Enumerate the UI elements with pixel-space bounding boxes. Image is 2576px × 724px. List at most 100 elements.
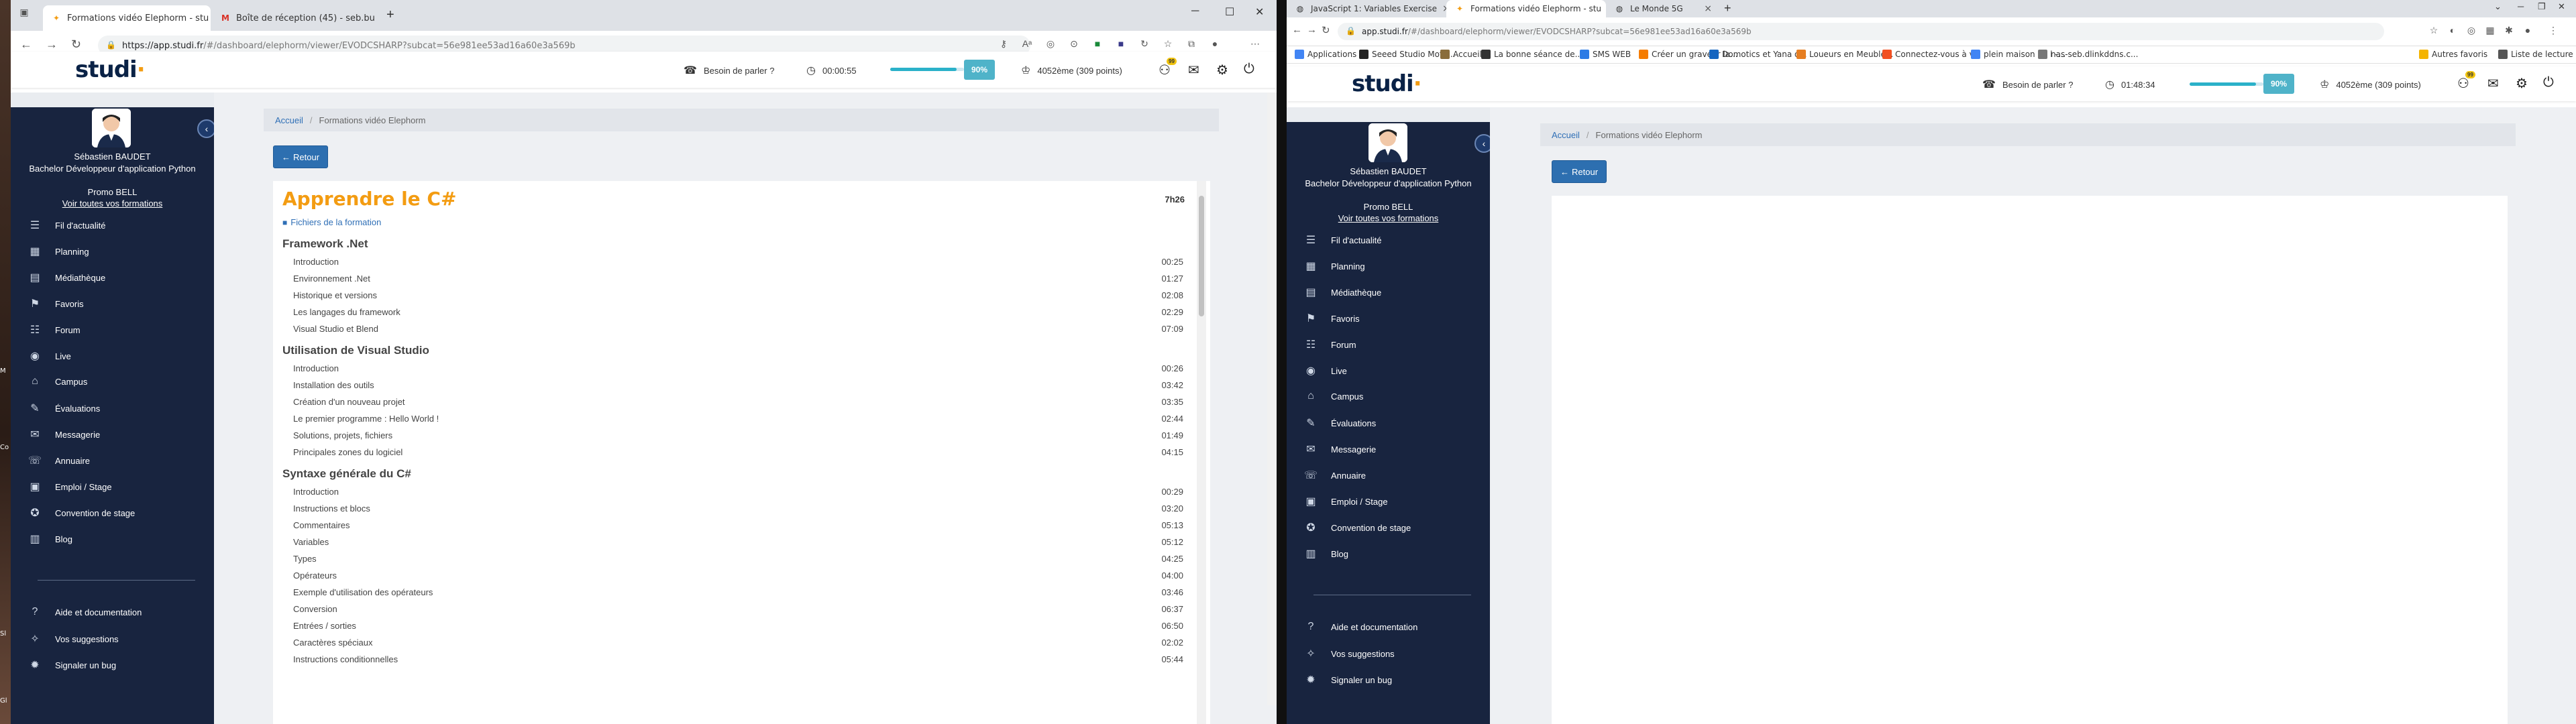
sidebar-item[interactable]: ⚑ Favoris <box>1303 312 1360 325</box>
lesson-row[interactable]: Exemple d'utilisation des opérateurs 03:4… <box>293 584 1183 601</box>
close-icon[interactable]: × <box>209 13 211 23</box>
page-scrollbar[interactable] <box>1267 93 1277 705</box>
tab-javascript[interactable]: ◍ JavaScript 1: Variables Exercise × <box>1287 0 1446 17</box>
lesson-row[interactable]: Les langages du framework 02:29 <box>293 304 1183 320</box>
sidebar-item[interactable]: ⌂ Campus <box>1303 390 1363 402</box>
maximize-icon[interactable]: ☐ <box>1225 5 1234 19</box>
bookmark-item[interactable]: Connectez-vous à v... <box>1882 50 1981 59</box>
tab-studi[interactable]: ✦ Formations vidéo Elephorm - stu × <box>1446 0 1606 17</box>
close-icon[interactable]: × <box>1601 3 1606 14</box>
bookmark-item[interactable]: Autres favoris <box>2419 50 2487 59</box>
lesson-row[interactable]: Opérateurs 04:00 <box>293 567 1183 584</box>
bookmark-item[interactable]: La bonne séance de... <box>1481 50 1582 59</box>
lesson-row[interactable]: Le premier programme : Hello World ! 02:4… <box>293 410 1183 427</box>
lesson-row[interactable]: Création d'un nouveau projet 03:35 <box>293 394 1183 410</box>
bookmark-item[interactable]: Loueurs en Meublé... <box>1796 50 1893 59</box>
puzzle-icon[interactable]: ✱ <box>2502 25 2516 38</box>
all-courses-link[interactable]: Voir toutes vos formations <box>24 198 201 209</box>
tab-actions-icon[interactable]: ▣ <box>17 7 31 20</box>
url-input[interactable]: 🔒 app.studi.fr/#/dashboard/elephorm/view… <box>1338 23 2384 40</box>
scrollbar[interactable] <box>1197 181 1206 724</box>
sidebar-item[interactable]: ▥ Blog <box>28 532 72 546</box>
key-icon[interactable]: ⚷ <box>997 38 1010 52</box>
back-button[interactable]: ← Retour <box>273 145 329 168</box>
extension-icon[interactable]: ◎ <box>1044 38 1057 52</box>
logout-icon[interactable]: ⏻ <box>1244 62 1254 77</box>
lesson-row[interactable]: Installation des outils 03:42 <box>293 377 1183 394</box>
profile-icon[interactable]: ● <box>2521 25 2534 38</box>
maximize-icon[interactable]: ❐ <box>2538 1 2546 12</box>
sidebar-collapse-icon[interactable]: ‹ <box>197 119 216 138</box>
people-icon[interactable]: ⚇ 99 <box>1159 58 1177 78</box>
sidebar-item[interactable]: ▤ Médiathèque <box>1303 286 1381 299</box>
logout-icon[interactable]: ⏻ <box>2543 75 2554 90</box>
ranking[interactable]: ♔ 4052ème (309 points) <box>2320 78 2421 91</box>
extension-icon[interactable]: ■ <box>1091 38 1104 52</box>
sidebar-bottom-item[interactable]: ✧ Vos suggestions <box>28 632 118 646</box>
new-tab-icon[interactable]: + <box>386 7 394 23</box>
sidebar-item[interactable]: ▥ Blog <box>1303 547 1348 560</box>
new-tab-icon[interactable]: + <box>1724 1 1731 15</box>
studi-logo[interactable]: studi· <box>1352 70 1422 97</box>
sidebar-bottom-item[interactable]: ? Aide et documentation <box>28 606 142 618</box>
bookmark-item[interactable]: Liste de lecture <box>2498 50 2573 59</box>
extension-icon[interactable]: ■ <box>1114 38 1128 52</box>
sidebar-item[interactable]: ✪ Convention de stage <box>1303 521 1411 534</box>
sidebar-item[interactable]: ☏ Annuaire <box>1303 469 1366 482</box>
collections-icon[interactable]: ⧉ <box>1185 38 1198 52</box>
close-icon[interactable]: × <box>375 13 380 23</box>
lesson-row[interactable]: Visual Studio et Blend 07:09 <box>293 320 1183 337</box>
help-chat[interactable]: ☎ Besoin de parler ? <box>1982 78 2073 91</box>
minimize-icon[interactable]: ─ <box>1191 5 1199 17</box>
sidebar-item[interactable]: ✎ Évaluations <box>28 402 100 415</box>
lesson-row[interactable]: Commentaires 05:13 <box>293 517 1183 534</box>
sidebar-bottom-item[interactable]: ✹ Signaler un bug <box>1303 673 1392 686</box>
back-arrow-icon[interactable]: ← <box>1292 24 1302 36</box>
close-icon[interactable]: × <box>1437 3 1446 14</box>
lesson-row[interactable]: Introduction 00:25 <box>293 253 1183 270</box>
extension-icon[interactable]: ▦ <box>2483 25 2497 38</box>
forward-arrow-icon[interactable]: → <box>46 38 58 52</box>
avatar[interactable] <box>92 109 131 147</box>
profile-icon[interactable]: ● <box>1208 38 1222 52</box>
sidebar-item[interactable]: ✎ Évaluations <box>1303 416 1376 430</box>
breadcrumb-home[interactable]: Accueil <box>1552 130 1580 140</box>
sidebar-bottom-item[interactable]: ✧ Vos suggestions <box>1303 647 1394 660</box>
sidebar-item[interactable]: ☰ Fil d'actualité <box>1303 233 1382 247</box>
close-window-icon[interactable]: ✕ <box>1255 5 1264 19</box>
sidebar-item[interactable]: ▣ Emploi / Stage <box>1303 495 1387 508</box>
extension-icon[interactable]: ◎ <box>2465 25 2478 38</box>
lesson-row[interactable]: Caractères spéciaux 02:02 <box>293 634 1183 651</box>
sidebar-item[interactable]: ☷ Forum <box>28 323 80 337</box>
bookmark-item[interactable]: Applications <box>1295 50 1356 59</box>
read-aloud-icon[interactable]: Aᵃ <box>1020 38 1034 52</box>
favorite-icon[interactable]: ☆ <box>2427 25 2440 38</box>
sidebar-item[interactable]: ✪ Convention de stage <box>28 506 135 520</box>
help-chat[interactable]: ☎ Besoin de parler ? <box>684 64 774 77</box>
lesson-row[interactable]: Instructions conditionnelles 05:44 <box>293 651 1183 668</box>
sidebar-item[interactable]: ✉ Messagerie <box>1303 442 1376 456</box>
sidebar-item[interactable]: ☏ Annuaire <box>28 454 90 467</box>
all-courses-link[interactable]: Voir toutes vos formations <box>1300 213 1477 224</box>
sidebar-item[interactable]: ⌂ Campus <box>28 375 87 387</box>
bookmark-item[interactable]: SMS WEB <box>1580 50 1631 59</box>
settings-icon[interactable]: ⚙ <box>1216 62 1228 78</box>
close-icon[interactable]: × <box>1699 3 1712 14</box>
forward-arrow-icon[interactable]: → <box>1307 24 1317 36</box>
lesson-row[interactable]: Variables 05:12 <box>293 534 1183 550</box>
bookmark-item[interactable]: Accueil <box>1440 50 1482 59</box>
expand-icon[interactable]: ⌄ <box>2494 1 2502 12</box>
lesson-row[interactable]: Historique et versions 02:08 <box>293 287 1183 304</box>
refresh-extension-icon[interactable]: ↻ <box>1138 38 1151 52</box>
sidebar-item[interactable]: ▦ Planning <box>1303 259 1364 273</box>
sidebar-bottom-item[interactable]: ? Aide et documentation <box>1303 621 1418 633</box>
lesson-row[interactable]: Types 04:25 <box>293 550 1183 567</box>
extension-icon[interactable]: ⊙ <box>1067 38 1081 52</box>
course-files-link[interactable]: ■ Fichiers de la formation <box>282 217 381 227</box>
reload-icon[interactable]: ↻ <box>71 38 81 52</box>
more-menu-icon[interactable]: ⋯ <box>1248 38 1262 52</box>
sidebar-item[interactable]: ◉ Live <box>28 349 71 363</box>
sidebar-item[interactable]: ◉ Live <box>1303 364 1347 377</box>
bookmark-item[interactable]: nas-seb.dlinkddns.c... <box>2038 50 2138 59</box>
favorite-icon[interactable]: ☆ <box>1161 38 1175 52</box>
